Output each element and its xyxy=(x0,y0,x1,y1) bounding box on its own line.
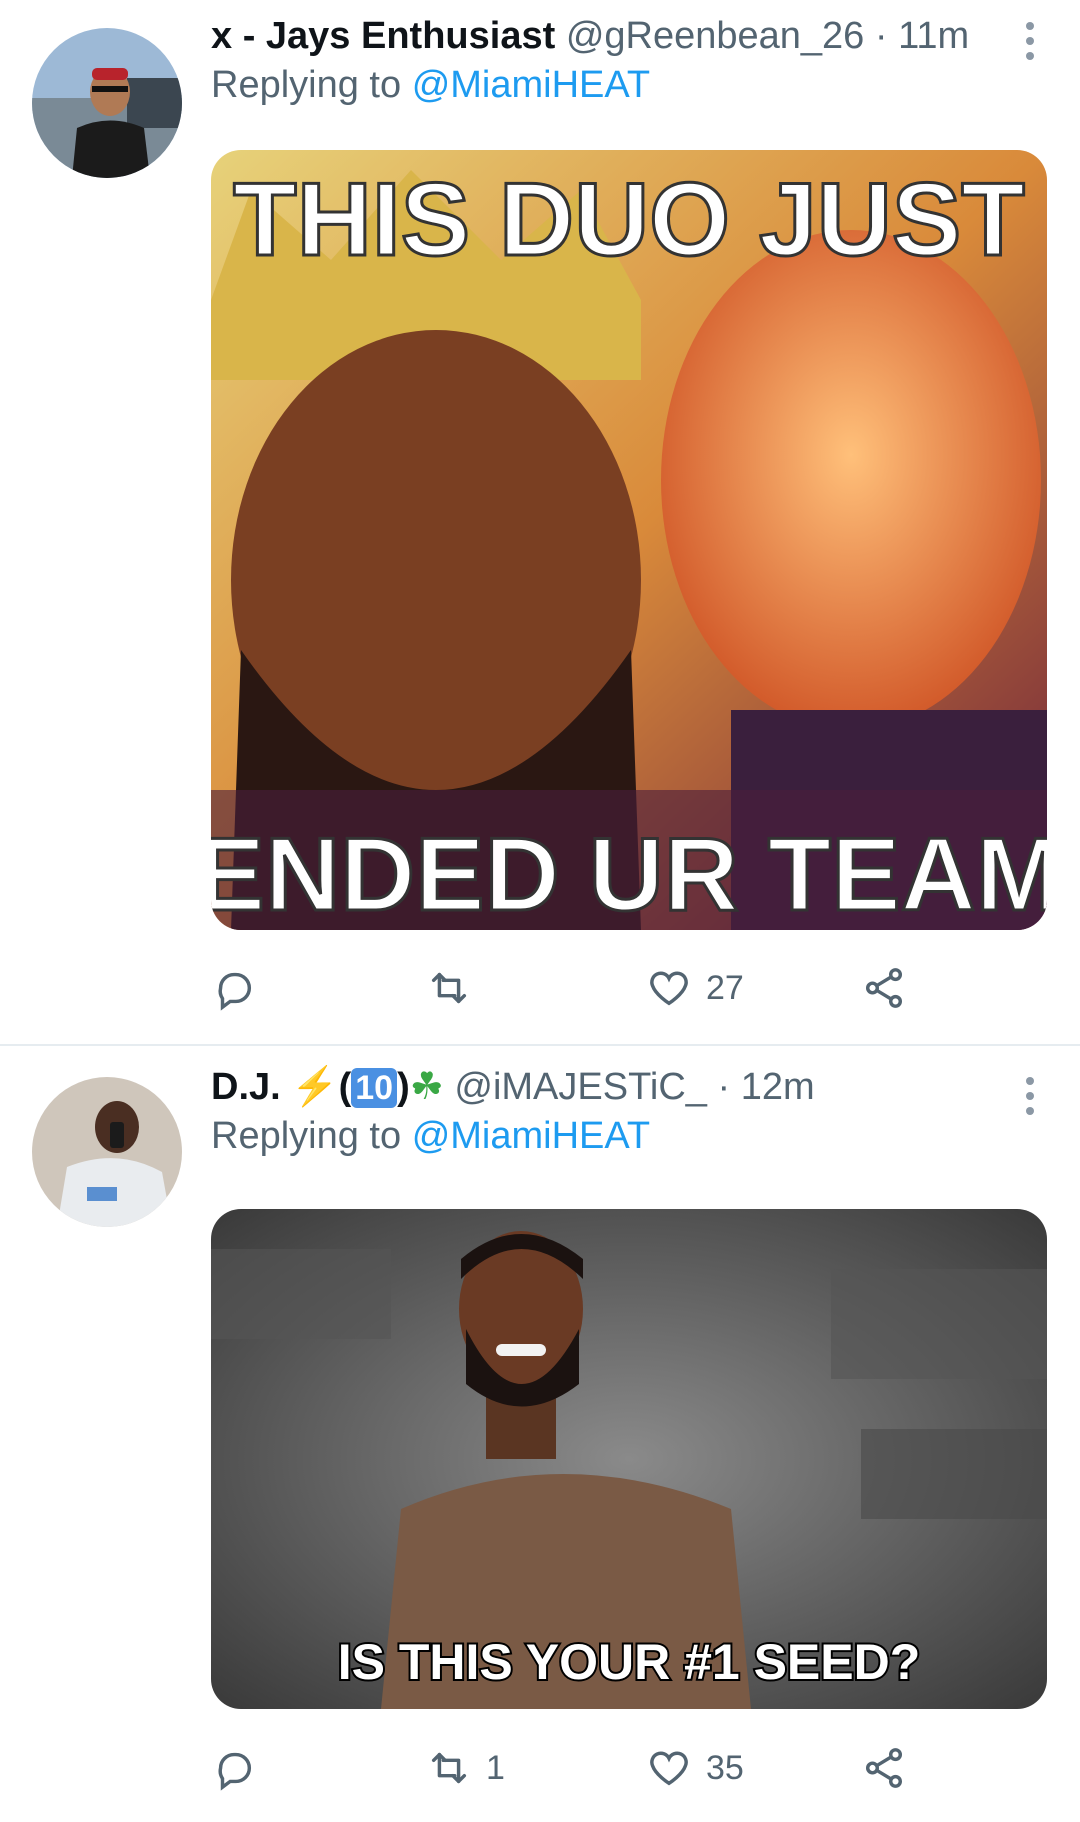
share-icon xyxy=(865,1748,903,1788)
mention-link[interactable]: @MiamiHEAT xyxy=(412,64,650,106)
like-count: 35 xyxy=(706,1748,744,1787)
share-button[interactable] xyxy=(861,958,907,1018)
tweet-actions: 27 xyxy=(211,958,1041,1018)
avatar[interactable] xyxy=(32,28,182,178)
avatar[interactable] xyxy=(32,1077,182,1227)
heart-icon xyxy=(650,1751,688,1786)
share-icon xyxy=(865,968,903,1008)
tweet[interactable]: x - Jays Enthusiast @gReenbean_26 · 11m … xyxy=(0,0,1080,1045)
reply-button[interactable] xyxy=(211,1738,271,1798)
tweet[interactable]: D.J. ⚡(10)☘ @iMAJESTiC_ · 12m Replying t… xyxy=(0,1047,1080,1822)
more-vertical-icon[interactable] xyxy=(1024,1077,1036,1115)
timestamp[interactable]: 11m xyxy=(898,15,969,57)
shamrock-emoji: ☘ xyxy=(409,1066,444,1108)
retweet-icon xyxy=(431,972,467,1004)
tweet-header: D.J. ⚡(10)☘ @iMAJESTiC_ · 12m xyxy=(211,1064,980,1110)
mention-link[interactable]: @MiamiHEAT xyxy=(412,1115,650,1157)
handle[interactable]: @gReenbean_26 xyxy=(566,15,865,57)
separator: · xyxy=(717,1066,731,1108)
retweet-icon xyxy=(431,1752,467,1784)
retweet-count: 1 xyxy=(486,1748,505,1787)
replying-prefix: Replying to xyxy=(211,64,402,106)
tweet-media[interactable]: THIS DUO JUST ENDED UR TEAM xyxy=(211,150,1047,930)
like-count: 27 xyxy=(706,968,744,1007)
separator: · xyxy=(874,15,888,57)
reply-icon xyxy=(218,1752,252,1791)
meme-text-top: THIS DUO JUST xyxy=(233,162,1025,278)
more-vertical-icon[interactable] xyxy=(1024,22,1036,60)
lightning-emoji: ⚡ xyxy=(291,1066,339,1108)
handle[interactable]: @iMAJESTiC_ xyxy=(454,1066,707,1108)
meme-caption: IS THIS YOUR #1 SEED? xyxy=(338,1634,921,1690)
reply-icon xyxy=(218,972,252,1011)
tweet-divider xyxy=(0,1044,1080,1046)
like-button[interactable]: 27 xyxy=(646,958,744,1018)
share-button[interactable] xyxy=(861,1738,907,1798)
retweet-button[interactable] xyxy=(426,958,486,1018)
tweet-actions: 1 35 xyxy=(211,1738,1041,1798)
replying-prefix: Replying to xyxy=(211,1115,402,1157)
timestamp[interactable]: 12m xyxy=(741,1066,815,1108)
meme-text-bottom: ENDED UR TEAM xyxy=(211,817,1047,930)
display-name[interactable]: D.J. xyxy=(211,1066,281,1108)
paren-open: ( xyxy=(338,1066,352,1108)
tweet-header: x - Jays Enthusiast @gReenbean_26 · 11m xyxy=(211,13,980,59)
replying-to-line: Replying to @MiamiHEAT xyxy=(211,1113,650,1159)
retweet-button[interactable]: 1 xyxy=(426,1738,505,1798)
reply-button[interactable] xyxy=(211,958,271,1018)
like-button[interactable]: 35 xyxy=(646,1738,744,1798)
paren-close: ) xyxy=(397,1066,410,1108)
display-name[interactable]: x - Jays Enthusiast xyxy=(211,15,555,57)
replying-to-line: Replying to @MiamiHEAT xyxy=(211,62,650,108)
keycap-ten-emoji: 10 xyxy=(351,1068,398,1108)
tweet-media[interactable]: IS THIS YOUR #1 SEED? xyxy=(211,1209,1047,1709)
heart-icon xyxy=(650,971,688,1006)
